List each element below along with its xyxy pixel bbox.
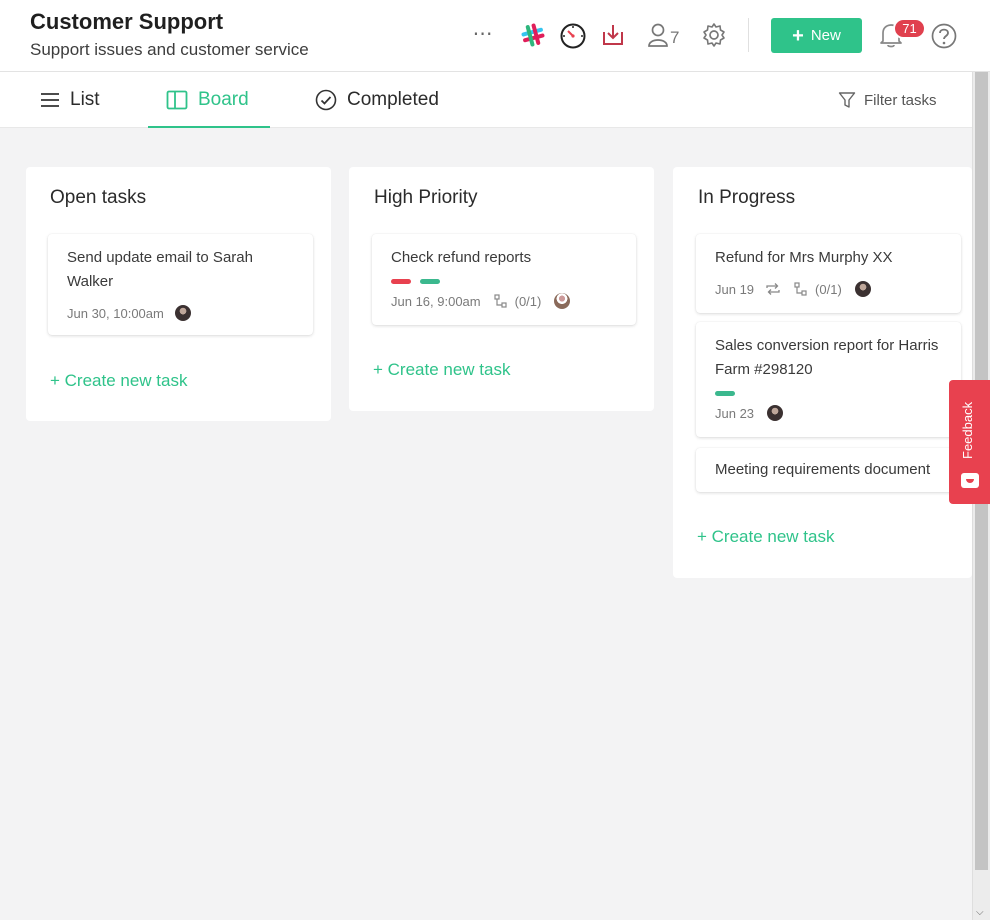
scroll-down-arrow-icon[interactable]: ⌵ bbox=[976, 907, 984, 918]
slack-icon[interactable] bbox=[518, 20, 548, 50]
feedback-button[interactable]: Feedback bbox=[949, 380, 990, 504]
active-tab-indicator bbox=[148, 126, 270, 128]
task-due-date: Jun 16, 9:00am bbox=[391, 293, 481, 309]
create-new-task-button[interactable]: + Create new task bbox=[50, 371, 188, 391]
task-title: Check refund reports bbox=[391, 249, 532, 266]
feedback-label: Feedback bbox=[960, 401, 975, 459]
tab-completed-label: Completed bbox=[347, 89, 439, 110]
subtask-icon bbox=[794, 282, 807, 296]
import-icon[interactable] bbox=[598, 20, 628, 50]
members-count: 7 bbox=[670, 28, 680, 47]
column-title: Open tasks bbox=[50, 187, 147, 208]
assignee-avatar[interactable] bbox=[174, 305, 191, 321]
task-card[interactable]: Refund for Mrs Murphy XX Jun 19 (0/1) bbox=[696, 234, 961, 313]
header-divider bbox=[748, 18, 749, 52]
task-card[interactable]: Sales conversion report for Harris Farm … bbox=[696, 322, 961, 437]
filter-tasks-button[interactable]: Filter tasks bbox=[838, 72, 937, 128]
view-tabs: List Board Completed Filter tasks bbox=[0, 72, 972, 128]
new-button[interactable]: + New bbox=[771, 18, 862, 53]
assignee-avatar[interactable] bbox=[767, 405, 784, 421]
user-icon bbox=[648, 23, 668, 47]
new-button-label: New bbox=[810, 27, 841, 44]
board-icon bbox=[166, 90, 188, 110]
check-circle-icon bbox=[315, 89, 337, 111]
more-options-icon[interactable]: ⋯ bbox=[468, 18, 498, 48]
create-new-task-button[interactable]: + Create new task bbox=[373, 360, 511, 380]
tab-board-label: Board bbox=[198, 89, 249, 110]
plus-icon: + bbox=[792, 24, 804, 47]
task-meta: Jun 19 (0/1) bbox=[715, 281, 871, 297]
task-card[interactable]: Meeting requirements document bbox=[696, 448, 961, 492]
tab-completed[interactable]: Completed bbox=[315, 72, 439, 128]
gear-icon[interactable] bbox=[699, 20, 729, 50]
page-subtitle: Support issues and customer service bbox=[30, 40, 309, 59]
column-title: High Priority bbox=[374, 187, 478, 208]
assignee-avatar[interactable] bbox=[854, 281, 871, 297]
timer-icon[interactable] bbox=[558, 20, 588, 50]
label-green bbox=[715, 391, 735, 396]
task-meta: Jun 16, 9:00am (0/1) bbox=[391, 293, 571, 309]
task-card[interactable]: Check refund reports Jun 16, 9:00am (0/1… bbox=[372, 234, 636, 325]
task-meta: Jun 30, 10:00am bbox=[67, 305, 191, 321]
task-labels bbox=[715, 391, 735, 396]
task-title: Refund for Mrs Murphy XX bbox=[715, 249, 893, 266]
app-header: Customer Support Support issues and cust… bbox=[0, 0, 990, 72]
task-due-date: Jun 23 bbox=[715, 405, 755, 421]
subtask-count: (0/1) bbox=[514, 293, 542, 309]
list-icon bbox=[41, 93, 59, 107]
filter-tasks-label: Filter tasks bbox=[864, 91, 937, 109]
column-title: In Progress bbox=[698, 187, 796, 208]
members-button[interactable]: 7 bbox=[647, 22, 679, 48]
subtask-count: (0/1) bbox=[815, 281, 842, 297]
page-title: Customer Support bbox=[30, 9, 224, 34]
task-due-date: Jun 19 bbox=[715, 281, 755, 297]
task-labels bbox=[391, 279, 440, 284]
tab-list-label: List bbox=[70, 89, 100, 110]
create-new-task-button[interactable]: + Create new task bbox=[697, 527, 835, 547]
tab-board[interactable]: Board bbox=[166, 72, 249, 128]
assignee-avatar[interactable] bbox=[554, 293, 571, 309]
task-meta: Jun 23 bbox=[715, 405, 784, 421]
notification-badge: 71 bbox=[893, 18, 926, 39]
board-column-in-progress: In Progress Refund for Mrs Murphy XX Jun… bbox=[673, 167, 972, 578]
board-column-open-tasks: Open tasks Send update email to Sarah Wa… bbox=[26, 167, 331, 421]
filter-icon bbox=[838, 92, 856, 108]
subtask-icon bbox=[494, 294, 507, 308]
repeat-icon bbox=[766, 283, 780, 295]
tab-list[interactable]: List bbox=[40, 72, 100, 128]
label-green bbox=[420, 279, 440, 284]
task-card[interactable]: Send update email to Sarah Walker Jun 30… bbox=[48, 234, 313, 335]
help-icon[interactable] bbox=[929, 21, 959, 51]
task-title: Sales conversion report for Harris Farm … bbox=[715, 337, 939, 378]
task-title: Meeting requirements document bbox=[715, 461, 931, 478]
task-due-date: Jun 30, 10:00am bbox=[67, 305, 164, 321]
task-title: Send update email to Sarah Walker bbox=[67, 249, 253, 290]
feedback-smile-icon bbox=[961, 473, 979, 488]
board-column-high-priority: High Priority Check refund reports Jun 1… bbox=[349, 167, 654, 411]
label-red bbox=[391, 279, 411, 284]
